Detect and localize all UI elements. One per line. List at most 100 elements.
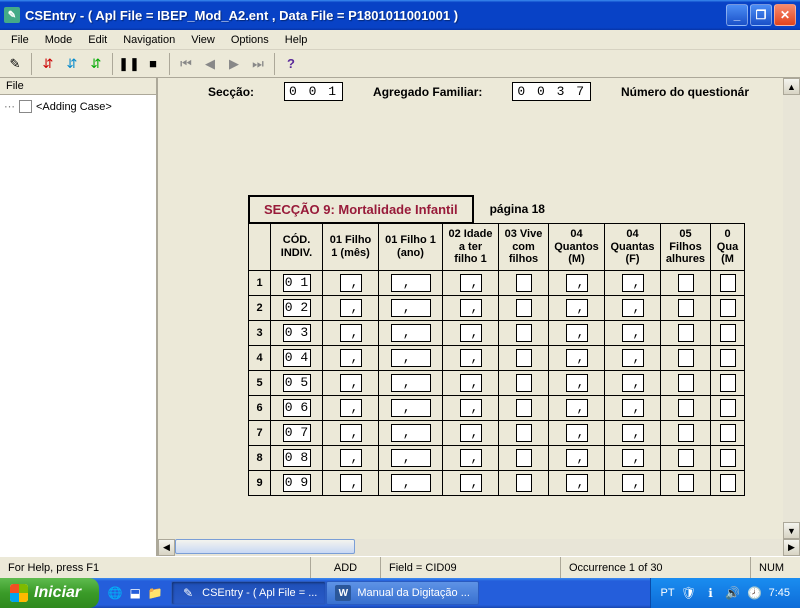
field-cod-indiv[interactable]: 0 2 [283,299,311,317]
field-idade[interactable]: , [460,449,482,467]
menu-view[interactable]: View [184,32,222,48]
tool-tree2-icon[interactable]: ⇵ [61,53,83,75]
tree-checkbox[interactable] [19,100,32,113]
field-filho1-ano[interactable]: , [391,424,431,442]
field-alhures[interactable] [678,274,694,292]
tool-first-icon[interactable]: ⏮ [175,53,197,75]
field-alhures[interactable] [678,374,694,392]
menu-edit[interactable]: Edit [81,32,114,48]
field-vive[interactable] [516,324,532,342]
tray-clock[interactable]: 7:45 [769,587,790,599]
field-idade[interactable]: , [460,299,482,317]
taskbar-item-csentry[interactable]: ✎ CSEntry - ( Apl File = ... [171,581,326,605]
field-quantas-f[interactable]: , [622,299,644,317]
field-alhures[interactable] [678,449,694,467]
tool-save-icon[interactable]: ✎ [4,53,26,75]
field-cod-indiv[interactable]: 0 4 [283,349,311,367]
field-idade[interactable]: , [460,374,482,392]
field-qua-m[interactable] [720,374,736,392]
field-cod-indiv[interactable]: 0 8 [283,449,311,467]
tool-pause-icon[interactable]: ❚❚ [118,53,140,75]
field-quantas-f[interactable]: , [622,274,644,292]
field-vive[interactable] [516,424,532,442]
tray-lang[interactable]: PT [661,587,675,599]
field-filho1-ano[interactable]: , [391,374,431,392]
tree-item-adding-case[interactable]: ⋯ <Adding Case> [4,99,152,114]
menu-navigation[interactable]: Navigation [116,32,182,48]
field-quantas-f[interactable]: , [622,374,644,392]
field-quantos-m[interactable]: , [566,374,588,392]
field-alhures[interactable] [678,299,694,317]
menu-mode[interactable]: Mode [38,32,80,48]
scroll-left-icon[interactable]: ◀ [158,539,175,556]
field-cod-indiv[interactable]: 0 7 [283,424,311,442]
field-filho1-mes[interactable]: , [340,274,362,292]
field-vive[interactable] [516,449,532,467]
field-quantos-m[interactable]: , [566,349,588,367]
field-filho1-ano[interactable]: , [391,449,431,467]
field-filho1-ano[interactable]: , [391,274,431,292]
field-vive[interactable] [516,274,532,292]
scroll-right-icon[interactable]: ▶ [783,539,800,556]
field-quantas-f[interactable]: , [622,349,644,367]
field-idade[interactable]: , [460,274,482,292]
field-vive[interactable] [516,349,532,367]
field-qua-m[interactable] [720,424,736,442]
field-alhures[interactable] [678,474,694,492]
field-quantos-m[interactable]: , [566,324,588,342]
field-alhures[interactable] [678,324,694,342]
field-cod-indiv[interactable]: 0 5 [283,374,311,392]
menu-help[interactable]: Help [278,32,315,48]
field-vive[interactable] [516,399,532,417]
ql-desktop-icon[interactable]: ⬓ [127,585,143,601]
field-filho1-mes[interactable]: , [340,449,362,467]
field-cod-indiv[interactable]: 0 1 [283,274,311,292]
scroll-up-icon[interactable]: ▲ [783,78,800,95]
field-filho1-mes[interactable]: , [340,324,362,342]
field-filho1-ano[interactable]: , [391,349,431,367]
maximize-button[interactable]: ❐ [750,4,772,26]
tray-sound-icon[interactable]: 🔊 [725,585,741,601]
field-qua-m[interactable] [720,274,736,292]
field-quantas-f[interactable]: , [622,449,644,467]
field-idade[interactable]: , [460,324,482,342]
tray-shield-icon[interactable]: 🛡 [681,585,697,601]
close-button[interactable]: ✕ [774,4,796,26]
field-vive[interactable] [516,374,532,392]
field-qua-m[interactable] [720,399,736,417]
field-quantos-m[interactable]: , [566,449,588,467]
tool-stop-icon[interactable]: ■ [142,53,164,75]
field-idade[interactable]: , [460,399,482,417]
vertical-scrollbar[interactable]: ▲ ▼ [783,78,800,539]
taskbar-item-manual[interactable]: W Manual da Digitação ... [326,581,479,605]
tool-tree3-icon[interactable]: ⇵ [85,53,107,75]
field-filho1-mes[interactable]: , [340,299,362,317]
tray-clock-icon[interactable]: 🕗 [747,585,763,601]
field-filho1-mes[interactable]: , [340,399,362,417]
field-quantos-m[interactable]: , [566,474,588,492]
field-quantos-m[interactable]: , [566,399,588,417]
field-cod-indiv[interactable]: 0 6 [283,399,311,417]
field-quantos-m[interactable]: , [566,299,588,317]
field-idade[interactable]: , [460,474,482,492]
field-cod-indiv[interactable]: 0 9 [283,474,311,492]
field-filho1-mes[interactable]: , [340,349,362,367]
field-alhures[interactable] [678,349,694,367]
field-quantas-f[interactable]: , [622,474,644,492]
field-quantos-m[interactable]: , [566,274,588,292]
field-filho1-ano[interactable]: , [391,399,431,417]
tool-help-icon[interactable]: ? [280,53,302,75]
scroll-down-icon[interactable]: ▼ [783,522,800,539]
field-vive[interactable] [516,474,532,492]
field-filho1-ano[interactable]: , [391,299,431,317]
start-button[interactable]: Iniciar [0,578,99,608]
ql-folder-icon[interactable]: 📁 [147,585,163,601]
field-quantos-m[interactable]: , [566,424,588,442]
field-filho1-mes[interactable]: , [340,374,362,392]
field-qua-m[interactable] [720,299,736,317]
field-idade[interactable]: , [460,424,482,442]
menu-options[interactable]: Options [224,32,276,48]
field-filho1-mes[interactable]: , [340,424,362,442]
field-qua-m[interactable] [720,349,736,367]
field-vive[interactable] [516,299,532,317]
